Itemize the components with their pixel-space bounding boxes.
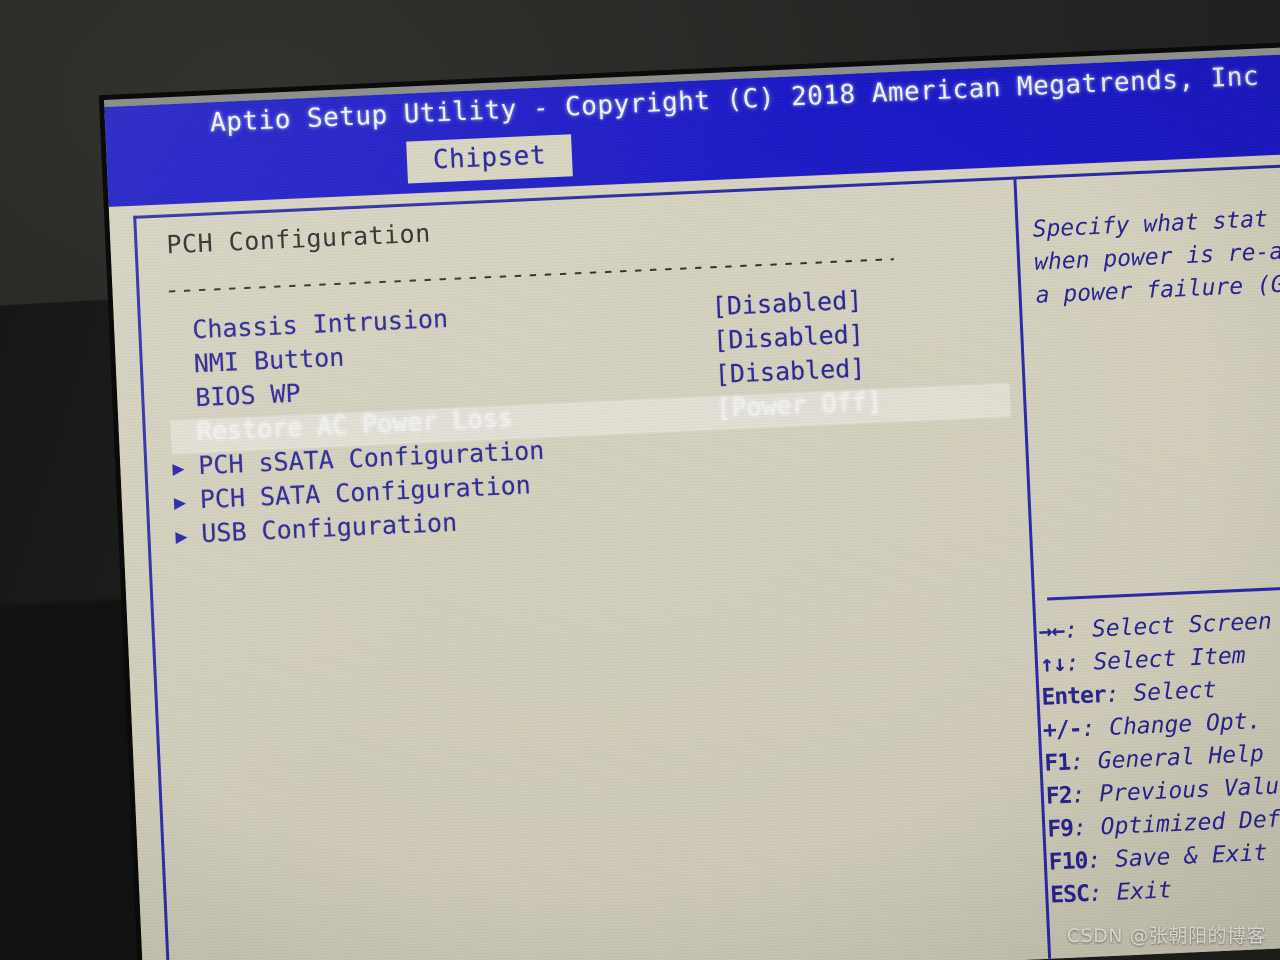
- legend-action: : Select Item: [1065, 642, 1247, 677]
- tab-chipset[interactable]: Chipset: [406, 134, 573, 184]
- option-value[interactable]: [Disabled]: [713, 319, 865, 355]
- row-arrow-spacer: [170, 406, 196, 407]
- watermark: CSDN @张朝阳的博客: [1066, 925, 1266, 947]
- legend-action: : Change Opt.: [1080, 708, 1262, 743]
- submenu-arrow-icon: ▶: [171, 455, 186, 481]
- row-arrow-spacer: [167, 338, 193, 339]
- row-arrow-spacer: [168, 372, 194, 373]
- option-value[interactable]: [Power Off]: [716, 387, 883, 423]
- legend-key: F10: [1048, 848, 1088, 876]
- pch-configuration-panel: PCH Configuration ----------------------…: [162, 195, 1016, 556]
- legend-key: ESC: [1049, 880, 1090, 909]
- help-text-panel: Specify what stat when power is re-a a pow…: [1032, 198, 1280, 313]
- legend-action: : Previous Values: [1071, 772, 1280, 809]
- legend-key: ↑↓: [1039, 650, 1067, 678]
- legend-key: Enter: [1040, 682, 1107, 711]
- submenu-arrow-icon: ▶: [173, 489, 187, 515]
- lcd-screen: Aptio Setup Utility - Copyright (C) 2018…: [104, 43, 1280, 960]
- legend-action: : General Help: [1069, 741, 1265, 776]
- legend-key: →←: [1038, 617, 1065, 645]
- key-legend-panel: →←: Select Screen ↑↓: Select Item Enter: S…: [1038, 599, 1280, 912]
- option-value[interactable]: [Disabled]: [711, 285, 863, 321]
- legend-key: +/-: [1042, 716, 1083, 744]
- bios-setup-screen: Aptio Setup Utility - Copyright (C) 2018…: [104, 50, 1280, 960]
- submenu-arrow-icon: ▶: [174, 523, 189, 549]
- legend-action: : Select: [1105, 677, 1217, 709]
- options-list: Chassis Intrusion [Disabled] NMI Button [Di…: [166, 281, 1016, 556]
- legend-action: : Select Screen: [1063, 608, 1273, 644]
- legend-key: F2: [1045, 782, 1073, 810]
- legend-action: : Save & Exit: [1086, 840, 1268, 874]
- legend-key: F9: [1046, 815, 1074, 843]
- photograph-of-monitor: Aptio Setup Utility - Copyright (C) 2018…: [0, 0, 1280, 960]
- legend-key: F1: [1043, 749, 1071, 777]
- legend-action: : Exit: [1088, 877, 1173, 907]
- row-arrow-spacer: [171, 440, 197, 441]
- option-value[interactable]: [Disabled]: [714, 353, 866, 389]
